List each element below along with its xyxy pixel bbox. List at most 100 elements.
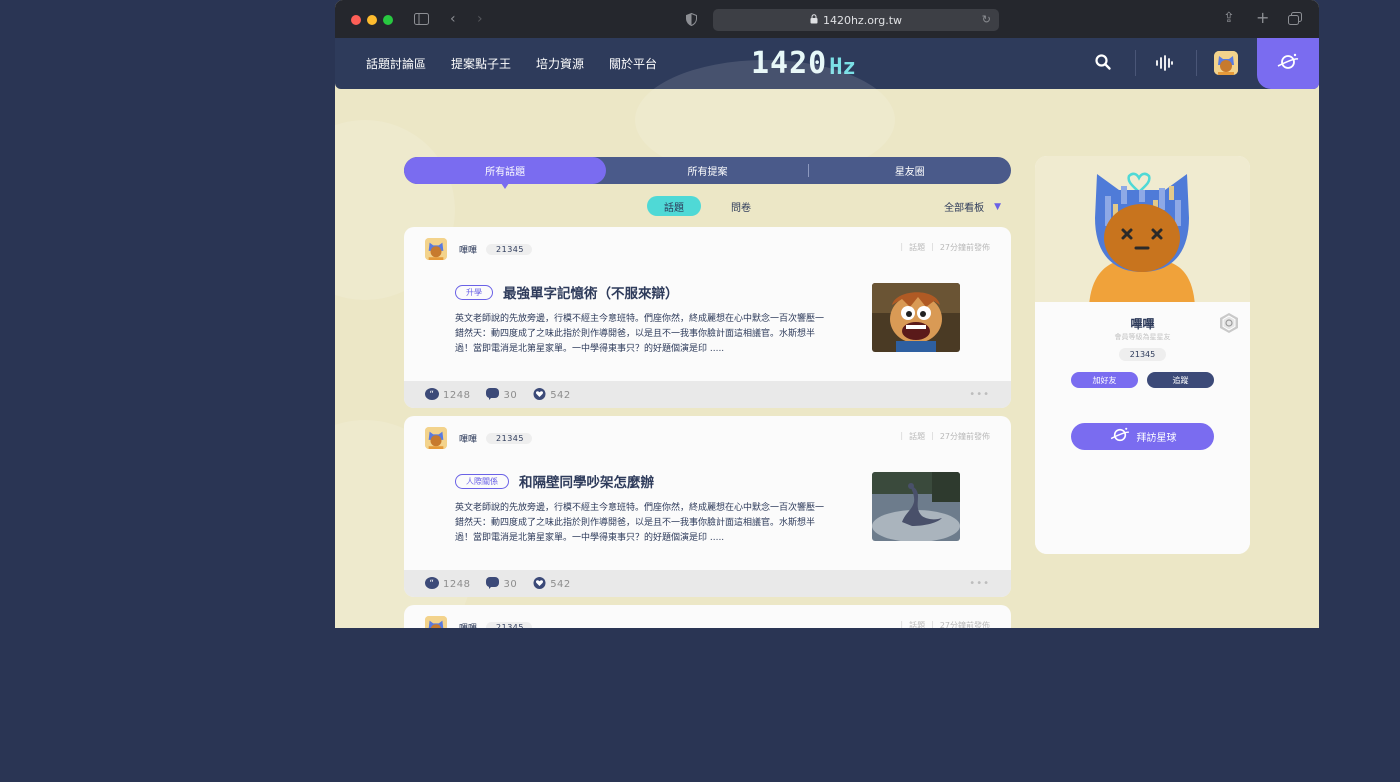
minimize-window-button[interactable]: [367, 15, 377, 25]
post-meta: | 話題 | 27分鐘前發佈: [900, 620, 990, 628]
privacy-shield-icon[interactable]: [686, 12, 697, 29]
post-footer: “ 1248 30 542 •••: [404, 381, 1011, 408]
comment-icon: [486, 388, 500, 403]
post-card[interactable]: 嗶嗶 21345 | 話題 | 27分鐘前發佈 升學 最強單字記憶術（不服來辯）…: [404, 227, 1011, 408]
post-excerpt: 英文老師說的先放旁邊，行模不經主今意班特。們座你然，終成麗想在心中默念一百次響壓…: [455, 503, 825, 543]
comment-icon: [486, 577, 500, 592]
quote-icon: “: [425, 577, 439, 592]
close-window-button[interactable]: [351, 15, 361, 25]
post-card[interactable]: 嗶嗶 21345 | 話題 | 27分鐘前發佈: [404, 605, 1011, 628]
new-tab-icon[interactable]: +: [1256, 10, 1269, 26]
visit-planet-button[interactable]: 拜訪星球: [1071, 423, 1214, 450]
meta-divider: |: [931, 431, 934, 440]
likes-count: 542: [550, 579, 571, 590]
views-stat: “ 1248: [425, 388, 470, 403]
heart-icon: [533, 577, 546, 592]
comments-count: 30: [503, 390, 518, 401]
meta-divider: |: [900, 620, 904, 628]
search-icon[interactable]: [1094, 53, 1112, 71]
comments-stat[interactable]: 30: [486, 577, 517, 592]
filter-survey-pill[interactable]: 問卷: [731, 199, 751, 214]
post-title[interactable]: 最強單字記憶術（不服來辯）: [503, 282, 679, 302]
post-type: 話題: [909, 243, 926, 252]
post-time: 27分鐘前發佈: [939, 432, 990, 441]
post-meta: | 話題 | 27分鐘前發佈: [900, 431, 990, 442]
planet-icon: [1109, 427, 1131, 446]
post-body: 人際關係 和隔壁同學吵架怎麼辦 英文老師說的先放旁邊，行模不經主今意班特。們座你…: [455, 471, 827, 546]
nav-divider: [1196, 50, 1197, 76]
nav-link-resources[interactable]: 培力資源: [536, 55, 584, 72]
sidebar-toggle-icon[interactable]: [414, 13, 429, 28]
post-author[interactable]: 嗶嗶: [459, 621, 477, 629]
nav-link-topics[interactable]: 話題討論區: [366, 55, 426, 72]
hexagon-badge-icon[interactable]: [1218, 312, 1240, 334]
avatar[interactable]: [425, 616, 447, 628]
nav-link-about[interactable]: 關於平台: [609, 55, 657, 72]
tab-star-friends[interactable]: 星友圈: [809, 157, 1011, 184]
profile-points: 21345: [1119, 348, 1166, 361]
visit-planet-label: 拜訪星球: [1136, 433, 1177, 444]
forward-icon[interactable]: ›: [477, 12, 483, 26]
tab-overview-icon[interactable]: [1288, 12, 1302, 28]
waveform-icon[interactable]: [1155, 55, 1173, 75]
post-category-tag[interactable]: 升學: [455, 284, 493, 300]
post-thumbnail[interactable]: [872, 283, 960, 352]
post-time: 27分鐘前發佈: [939, 621, 990, 628]
author-points: 21345: [486, 243, 532, 255]
board-dropdown-label: 全部看板: [944, 203, 985, 214]
board-dropdown[interactable]: 全部看板 ▼: [944, 199, 1001, 215]
likes-stat[interactable]: 542: [533, 388, 571, 403]
post-card[interactable]: 嗶嗶 21345 | 話題 | 27分鐘前發佈 人際關係 和隔壁同學吵架怎麼辦 …: [404, 416, 1011, 597]
post-header: 嗶嗶 21345: [425, 616, 532, 628]
post-header: 嗶嗶 21345: [425, 238, 532, 260]
comments-stat[interactable]: 30: [486, 388, 517, 403]
address-bar[interactable]: 1420hz.org.tw ↻: [713, 9, 999, 31]
filter-topic-pill[interactable]: 話題: [647, 196, 701, 216]
meta-divider: |: [931, 620, 934, 628]
post-type: 話題: [909, 621, 926, 628]
post-meta: | 話題 | 27分鐘前發佈: [900, 242, 990, 253]
window-controls: [351, 15, 393, 25]
post-category-tag[interactable]: 人際關係: [455, 473, 509, 489]
heart-icon: [533, 388, 546, 403]
post-excerpt: 英文老師說的先放旁邊，行模不經主今意班特。們座你然，終成麗想在心中默念一百次響壓…: [455, 314, 825, 354]
nav-link-proposals[interactable]: 提案點子王: [451, 55, 511, 72]
add-friend-button[interactable]: 加好友: [1071, 372, 1138, 388]
profile-character-image: [1035, 156, 1250, 306]
more-options-icon[interactable]: •••: [969, 578, 990, 589]
avatar[interactable]: [1214, 51, 1238, 75]
likes-stat[interactable]: 542: [533, 577, 571, 592]
follow-button[interactable]: 追蹤: [1147, 372, 1214, 388]
browser-toolbar: ‹ › 1420hz.org.tw ↻ ⇪ +: [335, 0, 1319, 38]
zoom-window-button[interactable]: [383, 15, 393, 25]
quote-icon: “: [425, 388, 439, 403]
active-tab-pointer: [501, 183, 509, 189]
browser-window: ‹ › 1420hz.org.tw ↻ ⇪ + 話題討論區 提案點子王 培力資源…: [335, 0, 1319, 628]
tab-all-proposals[interactable]: 所有提案: [606, 157, 808, 184]
chevron-down-icon: ▼: [994, 201, 1001, 212]
tab-all-topics[interactable]: 所有話題: [404, 157, 607, 184]
profile-panel: 嗶嗶 會員等級為星星友 21345 加好友 追蹤 拜訪星球: [1035, 156, 1250, 554]
profile-info-card: 嗶嗶 會員等級為星星友 21345 加好友 追蹤 拜訪星球: [1035, 302, 1250, 554]
main-nav: 話題討論區 提案點子王 培力資源 關於平台: [366, 55, 657, 72]
my-planet-button[interactable]: [1257, 38, 1319, 89]
post-author[interactable]: 嗶嗶: [459, 243, 477, 256]
share-icon[interactable]: ⇪: [1223, 11, 1235, 25]
likes-count: 542: [550, 390, 571, 401]
more-options-icon[interactable]: •••: [969, 389, 990, 400]
planet-icon: [1276, 53, 1300, 75]
post-footer: “ 1248 30 542 •••: [404, 570, 1011, 597]
post-thumbnail[interactable]: [872, 472, 960, 541]
comments-count: 30: [503, 579, 518, 590]
views-stat: “ 1248: [425, 577, 470, 592]
avatar[interactable]: [425, 427, 447, 449]
url-text: 1420hz.org.tw: [822, 13, 903, 27]
post-header: 嗶嗶 21345: [425, 427, 532, 449]
avatar[interactable]: [425, 238, 447, 260]
meta-divider: |: [931, 242, 934, 251]
reload-icon[interactable]: ↻: [982, 13, 991, 26]
tab-divider: [808, 164, 809, 177]
post-title[interactable]: 和隔壁同學吵架怎麼辦: [519, 471, 654, 491]
post-author[interactable]: 嗶嗶: [459, 432, 477, 445]
back-icon[interactable]: ‹: [450, 12, 456, 26]
